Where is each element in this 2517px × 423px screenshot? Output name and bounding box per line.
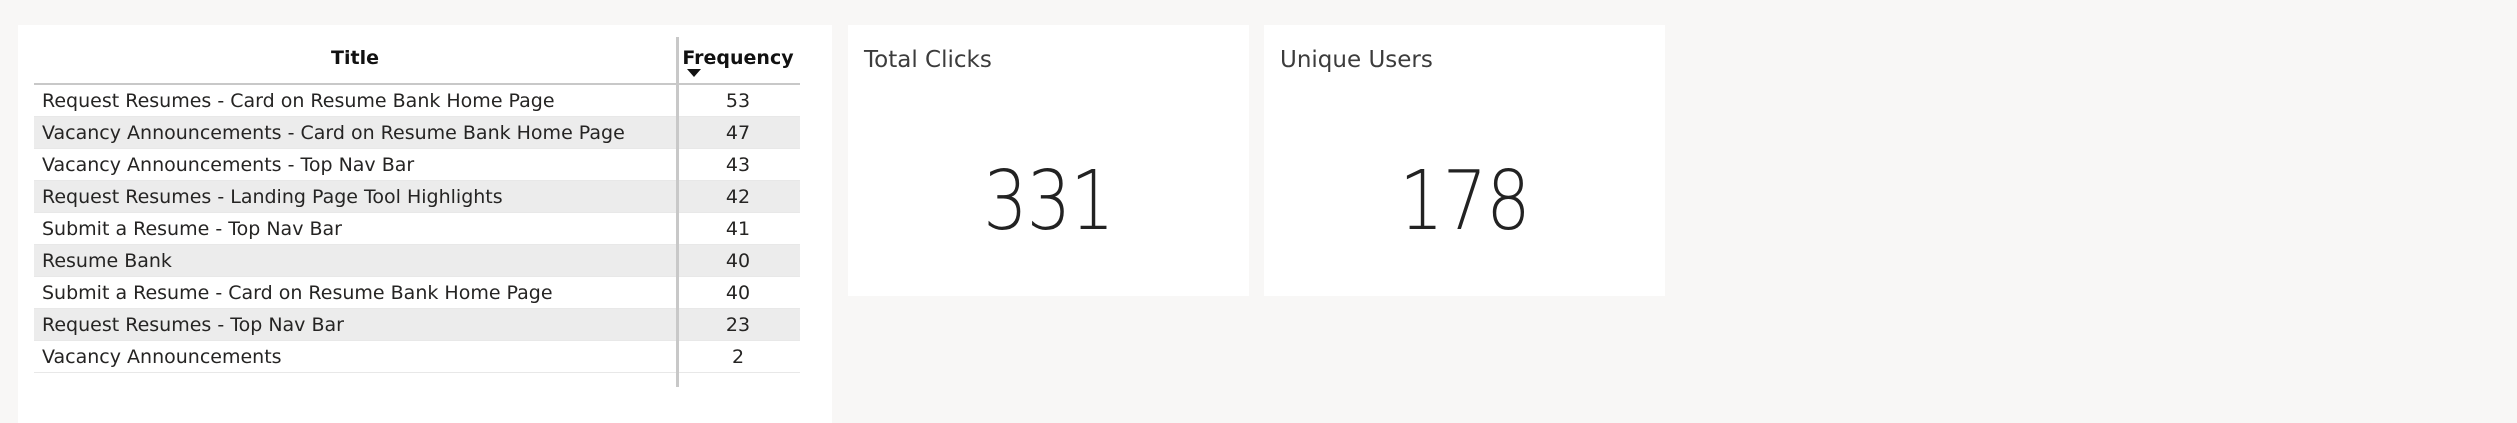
frequency-cell: 42 xyxy=(725,185,751,208)
table-row[interactable]: Vacancy Announcements - Top Nav Bar 43 xyxy=(34,149,800,181)
table-row[interactable]: Request Resumes - Landing Page Tool High… xyxy=(34,181,800,213)
total-clicks-card[interactable]: Total Clicks 331 xyxy=(848,25,1249,296)
unique-users-value: 178 xyxy=(1399,154,1530,249)
table-row[interactable]: Vacancy Announcements 2 xyxy=(34,341,800,373)
frequency-table-visual[interactable]: Title Frequency Request Resumes - Card o… xyxy=(18,25,832,423)
frequency-column-header[interactable]: Frequency xyxy=(676,37,800,83)
table-body: Request Resumes - Card on Resume Bank Ho… xyxy=(34,85,800,373)
sort-descending-icon xyxy=(687,69,701,77)
frequency-cell: 40 xyxy=(725,281,751,304)
total-clicks-value: 331 xyxy=(983,154,1114,249)
table-row[interactable]: Request Resumes - Top Nav Bar 23 xyxy=(34,309,800,341)
title-cell: Resume Bank xyxy=(42,249,172,272)
table-row[interactable]: Request Resumes - Card on Resume Bank Ho… xyxy=(34,85,800,117)
table-row[interactable]: Vacancy Announcements - Card on Resume B… xyxy=(34,117,800,149)
title-cell: Request Resumes - Landing Page Tool High… xyxy=(42,185,503,208)
title-cell: Request Resumes - Card on Resume Bank Ho… xyxy=(42,89,555,112)
total-clicks-label: Total Clicks xyxy=(864,47,992,73)
unique-users-card[interactable]: Unique Users 178 xyxy=(1264,25,1665,296)
title-cell: Submit a Resume - Top Nav Bar xyxy=(42,217,342,240)
frequency-cell: 43 xyxy=(725,153,751,176)
frequency-cell: 40 xyxy=(725,249,751,272)
frequency-cell: 41 xyxy=(725,217,751,240)
frequency-cell: 23 xyxy=(725,313,751,336)
frequency-header-label: Frequency xyxy=(682,47,794,69)
table-row[interactable]: Resume Bank 40 xyxy=(34,245,800,277)
table-header: Title Frequency xyxy=(34,37,800,85)
title-cell: Vacancy Announcements - Card on Resume B… xyxy=(42,121,625,144)
title-cell: Vacancy Announcements xyxy=(42,345,282,368)
frequency-cell: 47 xyxy=(725,121,751,144)
frequency-cell: 2 xyxy=(731,345,745,368)
unique-users-label: Unique Users xyxy=(1280,47,1433,73)
title-cell: Submit a Resume - Card on Resume Bank Ho… xyxy=(42,281,553,304)
title-cell: Request Resumes - Top Nav Bar xyxy=(42,313,344,336)
table-row[interactable]: Submit a Resume - Top Nav Bar 41 xyxy=(34,213,800,245)
table-row[interactable]: Submit a Resume - Card on Resume Bank Ho… xyxy=(34,277,800,309)
report-canvas: Title Frequency Request Resumes - Card o… xyxy=(0,0,2517,423)
column-divider[interactable] xyxy=(676,37,679,387)
title-column-header[interactable]: Title xyxy=(34,37,676,83)
title-cell: Vacancy Announcements - Top Nav Bar xyxy=(42,153,415,176)
frequency-table: Title Frequency Request Resumes - Card o… xyxy=(34,37,800,387)
frequency-cell: 53 xyxy=(725,89,751,112)
